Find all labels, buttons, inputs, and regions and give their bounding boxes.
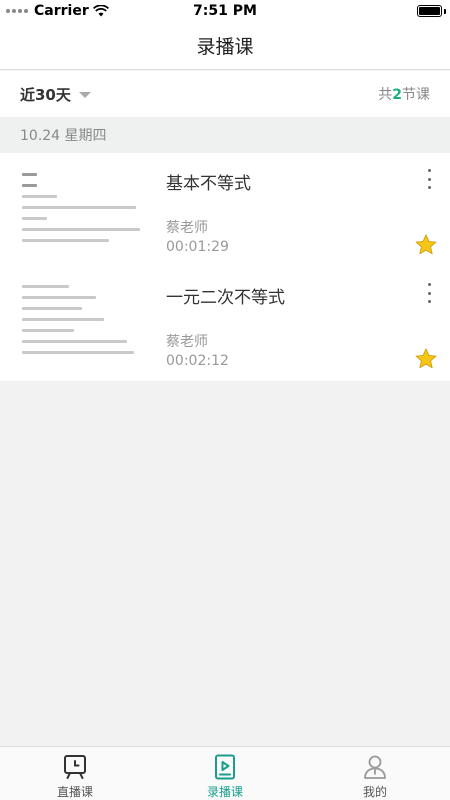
lesson-thumbnail[interactable] bbox=[18, 165, 150, 261]
lesson-thumbnail[interactable] bbox=[18, 279, 150, 375]
lesson-title: 一元二次不等式 bbox=[166, 288, 285, 308]
lesson-teacher: 蔡老师 bbox=[166, 334, 208, 350]
date-range-label: 近30天 bbox=[20, 85, 71, 104]
date-range-dropdown[interactable]: 近30天 bbox=[20, 84, 91, 105]
favorite-star-icon[interactable] bbox=[414, 347, 438, 371]
navigation-bar: 录播课 bbox=[0, 22, 450, 70]
tab-recorded-class[interactable]: 录播课 bbox=[150, 747, 300, 800]
lesson-item[interactable]: 基本不等式 蔡老师 00:01:29 bbox=[0, 153, 450, 267]
lesson-count-suffix: 节课 bbox=[402, 87, 430, 103]
lesson-teacher: 蔡老师 bbox=[166, 220, 208, 236]
battery-icon bbox=[417, 5, 442, 17]
live-class-icon bbox=[64, 755, 86, 779]
lesson-list: 基本不等式 蔡老师 00:01:29 一元二次不等式 蔡老师 00:02:12 bbox=[0, 153, 450, 381]
bottom-tab-bar: 直播课 录播课 我的 bbox=[0, 746, 450, 800]
tab-profile-label: 我的 bbox=[362, 785, 387, 799]
caret-down-icon bbox=[78, 92, 91, 98]
filter-bar: 近30天 共2节课 bbox=[0, 71, 450, 117]
tab-profile[interactable]: 我的 bbox=[300, 747, 450, 800]
lesson-title: 基本不等式 bbox=[166, 174, 251, 194]
recorded-class-icon bbox=[215, 754, 235, 780]
tab-live-class-label: 直播课 bbox=[56, 785, 93, 799]
status-time: 7:51 PM bbox=[193, 3, 257, 19]
tab-recorded-class-label: 录播课 bbox=[206, 785, 243, 799]
status-bar: Carrier 7:51 PM bbox=[0, 0, 450, 22]
favorite-star-icon[interactable] bbox=[414, 233, 438, 257]
date-section-header: 10.24 星期四 bbox=[0, 117, 450, 153]
lesson-count-prefix: 共 bbox=[378, 87, 393, 103]
lesson-duration: 00:01:29 bbox=[166, 239, 229, 255]
lesson-count: 共2节课 bbox=[378, 84, 430, 104]
tab-live-class[interactable]: 直播课 bbox=[0, 747, 150, 800]
lesson-duration: 00:02:12 bbox=[166, 353, 229, 369]
date-section-label: 10.24 星期四 bbox=[20, 128, 107, 144]
lesson-item[interactable]: 一元二次不等式 蔡老师 00:02:12 bbox=[0, 267, 450, 381]
battery-tip bbox=[444, 9, 446, 14]
more-options-icon[interactable] bbox=[424, 283, 434, 303]
lesson-count-value: 2 bbox=[392, 87, 402, 103]
page-title: 录播课 bbox=[196, 36, 254, 58]
more-options-icon[interactable] bbox=[424, 169, 434, 189]
profile-icon bbox=[364, 755, 386, 779]
